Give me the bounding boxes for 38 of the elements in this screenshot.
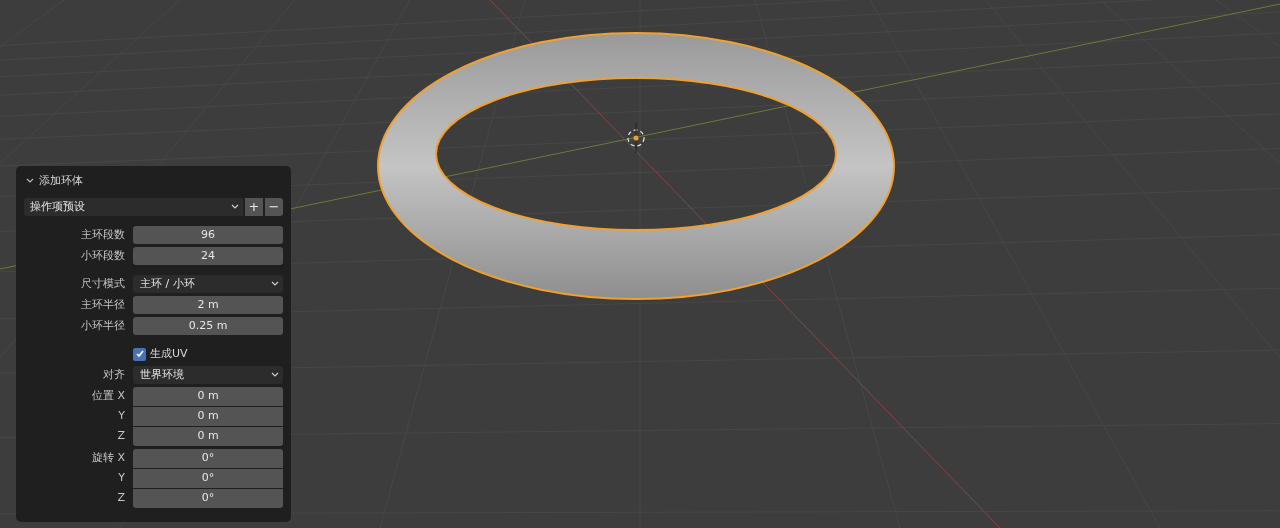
remove-preset-button[interactable]: − xyxy=(265,198,283,216)
number-field[interactable]: 96 xyxy=(133,226,283,244)
dropdown[interactable]: 主环 / 小环 xyxy=(133,275,283,293)
field-label: 主环段数 xyxy=(80,226,126,243)
field-label: 位置 X xyxy=(90,388,126,405)
number-field[interactable]: 0° xyxy=(133,449,283,468)
dropdown-value: 世界环境 xyxy=(140,366,184,383)
field-label: Z xyxy=(116,428,126,445)
number-field[interactable]: 0° xyxy=(133,469,283,488)
checkbox-label[interactable]: 生成UV xyxy=(150,345,188,363)
number-field[interactable]: 0 m xyxy=(133,387,283,406)
chevron-down-icon xyxy=(271,281,279,287)
field-label: 主环半径 xyxy=(80,296,126,313)
preset-dropdown[interactable]: 操作项预设 xyxy=(24,198,243,216)
dropdown-value: 主环 / 小环 xyxy=(140,275,195,292)
number-field[interactable]: 0 m xyxy=(133,427,283,446)
number-field[interactable]: 0° xyxy=(133,489,283,508)
number-field[interactable]: 24 xyxy=(133,247,283,265)
field-label: 旋转 X xyxy=(90,450,126,467)
chevron-down-icon xyxy=(271,372,279,378)
number-field[interactable]: 0 m xyxy=(133,407,283,426)
field-label: 尺寸模式 xyxy=(80,275,126,292)
checkbox[interactable] xyxy=(133,347,146,361)
dropdown[interactable]: 世界环境 xyxy=(133,366,283,384)
field-label: 小环半径 xyxy=(80,317,126,334)
field-label: Y xyxy=(117,470,126,487)
number-field[interactable]: 2 m xyxy=(133,296,283,314)
field-label: 小环段数 xyxy=(80,247,126,264)
field-label: Z xyxy=(116,490,126,507)
panel-title[interactable]: 添加环体 xyxy=(39,172,83,190)
chevron-down-icon xyxy=(231,204,239,210)
preset-value: 操作项预设 xyxy=(30,198,85,215)
add-preset-button[interactable]: + xyxy=(245,198,263,216)
field-label: 对齐 xyxy=(102,366,126,383)
3d-cursor-icon[interactable] xyxy=(627,122,645,154)
field-label: Y xyxy=(117,408,126,425)
number-field[interactable]: 0.25 m xyxy=(133,317,283,335)
collapse-chevron-icon[interactable] xyxy=(26,178,34,184)
